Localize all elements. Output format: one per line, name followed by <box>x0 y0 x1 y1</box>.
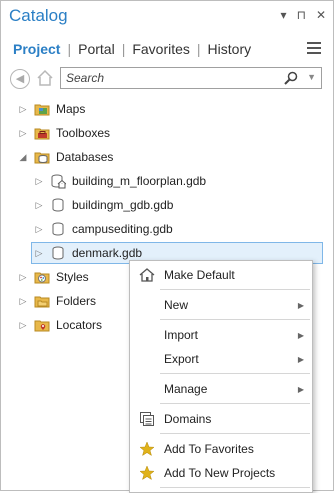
menu-divider <box>160 289 310 290</box>
expand-icon[interactable]: ▷ <box>32 248 46 259</box>
menu-divider <box>160 487 310 488</box>
menu-divider <box>160 433 310 434</box>
menu-item-domains[interactable]: Domains <box>130 408 312 430</box>
menu-item-label: Add To New Projects <box>164 466 276 480</box>
expand-icon[interactable]: ▷ <box>16 272 30 283</box>
tree-item-styles[interactable]: ▷ Styles <box>16 267 89 287</box>
tree-item-toolboxes[interactable]: ▷ Toolboxes <box>16 123 111 143</box>
tree-item-buildingm-gdb[interactable]: ▷ buildingm_gdb.gdb <box>32 195 174 215</box>
tree-item-databases[interactable]: ◢ Databases <box>16 147 114 167</box>
star-icon <box>136 465 158 481</box>
menu-item-import[interactable]: Import ▶ <box>130 324 312 346</box>
menu-item-new[interactable]: New ▶ <box>130 294 312 316</box>
tab-history[interactable]: History <box>206 41 254 57</box>
menu-item-label: New <box>164 298 189 312</box>
tab-favorites[interactable]: Favorites <box>130 41 192 57</box>
expand-icon[interactable]: ▷ <box>16 128 30 139</box>
pane-pin-icon[interactable]: ⊓ <box>297 8 306 22</box>
expand-icon[interactable]: ▷ <box>32 224 46 235</box>
menu-item-make-default[interactable]: Make Default <box>130 264 312 286</box>
tab-project[interactable]: Project <box>11 41 62 57</box>
search-input[interactable] <box>64 69 288 87</box>
domains-icon <box>136 411 158 427</box>
tree-item-label: buildingm_gdb.gdb <box>72 198 174 212</box>
tab-separator: | <box>121 41 126 57</box>
expand-icon[interactable]: ▷ <box>16 296 30 307</box>
database-icon <box>50 245 66 261</box>
menu-item-label: Manage <box>164 382 208 396</box>
folders-folder-icon <box>34 293 50 309</box>
star-icon <box>136 441 158 457</box>
pane-title: Catalog <box>9 6 68 25</box>
styles-folder-icon <box>34 269 50 285</box>
tree-item-label: Folders <box>56 294 97 308</box>
tree-item-label: Toolboxes <box>56 126 111 140</box>
home-icon <box>136 267 158 283</box>
home-database-icon <box>50 173 66 189</box>
locators-folder-icon <box>34 317 50 333</box>
menu-item-export[interactable]: Export ▶ <box>130 348 312 370</box>
maps-folder-icon <box>34 101 50 117</box>
menu-item-label: Export <box>164 352 199 366</box>
menu-divider <box>160 403 310 404</box>
menu-item-label: Make Default <box>164 268 235 282</box>
database-icon <box>50 197 66 213</box>
tree-item-label: Locators <box>56 318 103 332</box>
submenu-arrow-icon: ▶ <box>297 330 304 340</box>
expand-icon[interactable]: ▷ <box>32 200 46 211</box>
tree-item-label: Styles <box>56 270 89 284</box>
menu-item-manage[interactable]: Manage ▶ <box>130 378 312 400</box>
submenu-arrow-icon: ▶ <box>297 300 304 310</box>
tree-item-locators[interactable]: ▷ Locators <box>16 315 103 335</box>
pane-options-icon[interactable]: ▾ <box>281 8 287 22</box>
menu-icon[interactable] <box>307 42 321 54</box>
tab-portal[interactable]: Portal <box>76 41 117 57</box>
context-menu: Make Default New ▶ Import ▶ Export ▶ Man… <box>129 260 313 493</box>
submenu-arrow-icon: ▶ <box>297 354 304 364</box>
home-icon[interactable] <box>36 69 54 87</box>
search-box[interactable]: ▼ <box>60 67 322 89</box>
tree-item-maps[interactable]: ▷ Maps <box>16 99 86 119</box>
search-icon[interactable] <box>283 70 299 86</box>
tree-item-folders[interactable]: ▷ Folders <box>16 291 96 311</box>
pane-controls: ▾ ⊓ ✕ <box>281 8 326 22</box>
submenu-arrow-icon: ▶ <box>297 384 304 394</box>
tree-item-label: building_m_floorplan.gdb <box>72 174 207 188</box>
catalog-tabs: Project | Portal | Favorites | History <box>11 41 253 57</box>
database-icon <box>50 221 66 237</box>
expand-icon[interactable]: ▷ <box>32 176 46 187</box>
menu-item-label: Domains <box>164 412 212 426</box>
back-icon[interactable]: ◀ <box>10 69 30 89</box>
tree-item-campusediting-gdb[interactable]: ▷ campusediting.gdb <box>32 219 173 239</box>
tree-item-label: campusediting.gdb <box>72 222 173 236</box>
expand-icon[interactable]: ▷ <box>16 104 30 115</box>
search-dropdown-icon[interactable]: ▼ <box>307 72 316 82</box>
tab-separator: | <box>67 41 72 57</box>
expand-icon[interactable]: ▷ <box>16 320 30 331</box>
menu-item-add-to-favorites[interactable]: Add To Favorites <box>130 438 312 460</box>
menu-item-add-to-new-projects[interactable]: Add To New Projects <box>130 462 312 484</box>
tree-item-building-floorplan-gdb[interactable]: ▷ building_m_floorplan.gdb <box>32 171 206 191</box>
toolboxes-folder-icon <box>34 125 50 141</box>
tab-separator: | <box>196 41 201 57</box>
menu-item-label: Import <box>164 328 199 342</box>
pane-close-icon[interactable]: ✕ <box>316 8 326 22</box>
tree-item-label: Maps <box>56 102 86 116</box>
menu-divider <box>160 319 310 320</box>
menu-item-label: Add To Favorites <box>164 442 254 456</box>
collapse-icon[interactable]: ◢ <box>16 152 30 163</box>
menu-divider <box>160 373 310 374</box>
tree-item-label: Databases <box>56 150 114 164</box>
tree-item-label: denmark.gdb <box>72 246 143 260</box>
databases-folder-icon <box>34 149 50 165</box>
